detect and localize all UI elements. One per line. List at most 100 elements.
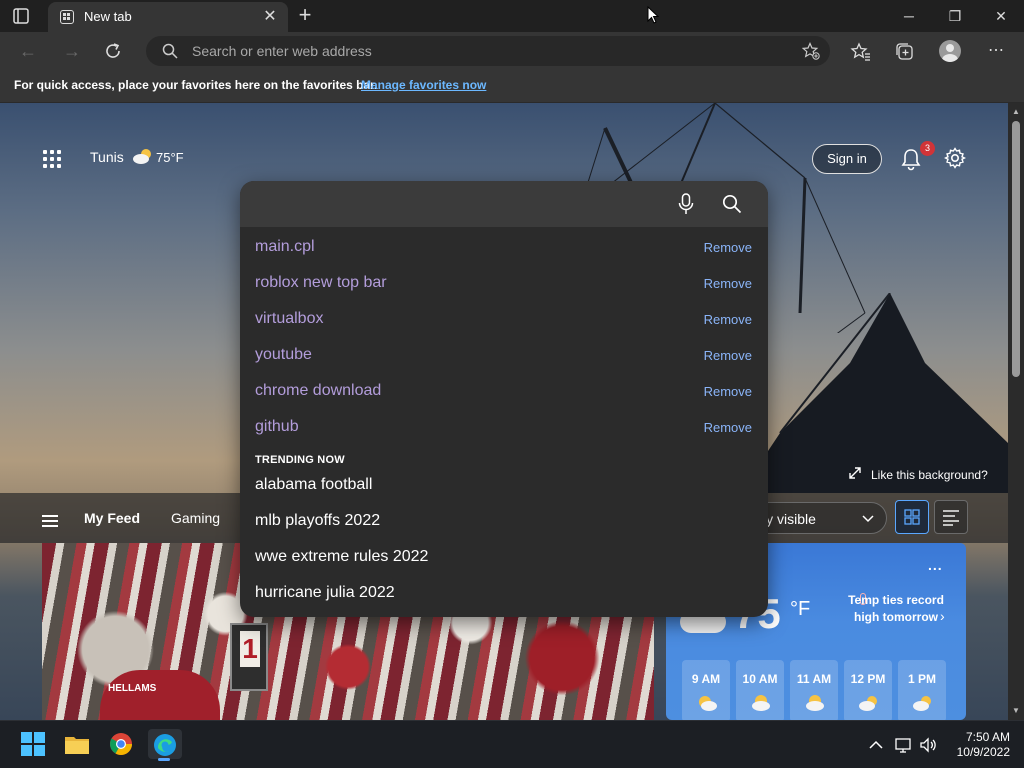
partly-sunny-icon xyxy=(913,696,931,711)
favorites-bar: For quick access, place your favorites h… xyxy=(0,70,1024,103)
history-item-text[interactable]: roblox new top bar xyxy=(255,274,387,292)
favorites-icon[interactable] xyxy=(850,41,872,63)
hour-label: 1 PM xyxy=(907,672,936,686)
trending-item-text[interactable]: wwe extreme rules 2022 xyxy=(255,548,428,566)
feed-menu-icon[interactable] xyxy=(42,515,58,527)
favorites-bar-message: For quick access, place your favorites h… xyxy=(14,78,378,92)
weather-temperature[interactable]: 75°F xyxy=(156,150,184,165)
partly-sunny-icon xyxy=(752,695,770,711)
show-hidden-icons-chevron-up-icon[interactable] xyxy=(866,735,886,755)
search-submit-icon[interactable] xyxy=(722,194,742,214)
hour-label: 12 PM xyxy=(850,672,886,686)
tab-actions-icon[interactable] xyxy=(12,7,30,25)
page-settings-gear-icon[interactable] xyxy=(944,147,966,169)
remove-history-button[interactable]: Remove xyxy=(704,276,752,291)
trending-item-text[interactable]: hurricane julia 2022 xyxy=(255,584,395,602)
history-item-text[interactable]: github xyxy=(255,418,299,436)
title-bar: New tab ✕ + ─ ❐ ✕ xyxy=(0,0,1024,32)
chevron-right-icon[interactable]: › xyxy=(940,608,945,624)
restore-button[interactable]: ❐ xyxy=(932,0,978,32)
hour-label: 10 AM xyxy=(742,672,778,686)
close-window-button[interactable]: ✕ xyxy=(978,0,1024,32)
partly-sunny-icon xyxy=(859,696,877,711)
history-item-text[interactable]: main.cpl xyxy=(255,238,315,256)
trending-item[interactable]: alabama football xyxy=(240,468,768,504)
trending-item-text[interactable]: mlb playoffs 2022 xyxy=(255,512,380,530)
history-item-text[interactable]: chrome download xyxy=(255,382,381,400)
web-search-box[interactable] xyxy=(240,181,768,227)
clock-date: 10/9/2022 xyxy=(956,745,1010,759)
content-visibility-value: ly visible xyxy=(763,511,816,527)
manage-favorites-link[interactable]: Manage favorites now xyxy=(361,78,486,92)
remove-history-button[interactable]: Remove xyxy=(704,420,752,435)
trending-item-text[interactable]: alabama football xyxy=(255,476,372,494)
close-tab-icon[interactable]: ✕ xyxy=(260,7,280,27)
weather-card-more-icon[interactable]: ... xyxy=(928,557,943,573)
tab-gaming[interactable]: Gaming xyxy=(171,510,220,526)
clock-time: 7:50 AM xyxy=(965,730,1010,744)
collections-icon[interactable] xyxy=(894,41,916,63)
remove-history-button[interactable]: Remove xyxy=(704,240,752,255)
grid-view-button[interactable] xyxy=(895,500,929,534)
volume-icon[interactable] xyxy=(918,735,938,755)
weather-alert-text[interactable]: Temp ties record high tomorrow xyxy=(846,592,946,626)
address-input[interactable] xyxy=(192,41,752,61)
hourly-forecast-9am[interactable]: 9 AM xyxy=(682,660,730,720)
notifications-bell-icon[interactable] xyxy=(900,147,922,171)
trending-now-heading: TRENDING NOW xyxy=(255,454,345,466)
remove-history-button[interactable]: Remove xyxy=(704,312,752,327)
hourly-forecast-11am[interactable]: 11 AM xyxy=(790,660,838,720)
edge-taskbar-button[interactable] xyxy=(148,729,182,761)
profile-avatar[interactable] xyxy=(939,40,961,62)
list-view-button[interactable] xyxy=(934,500,968,534)
history-item-text[interactable]: virtualbox xyxy=(255,310,323,328)
refresh-icon[interactable] xyxy=(104,42,122,60)
windows-taskbar: 7:50 AM 10/9/2022 xyxy=(0,720,1024,768)
network-icon[interactable] xyxy=(894,735,914,755)
partly-cloudy-icon xyxy=(133,149,151,164)
trending-item[interactable]: wwe extreme rules 2022 xyxy=(240,540,768,576)
history-item[interactable]: github Remove xyxy=(240,408,768,444)
microphone-icon[interactable] xyxy=(678,193,694,215)
hourly-forecast-1pm[interactable]: 1 PM xyxy=(898,660,946,720)
history-item[interactable]: roblox new top bar Remove xyxy=(240,264,768,300)
sign-in-button[interactable]: Sign in xyxy=(812,144,882,174)
trending-item[interactable]: hurricane julia 2022 xyxy=(240,576,768,612)
chevron-down-icon xyxy=(862,515,874,523)
player-jersey-name: HELLAMS xyxy=(108,683,157,694)
scroll-down-arrow-icon[interactable]: ▼ xyxy=(1011,706,1021,716)
trending-item[interactable]: mlb playoffs 2022 xyxy=(240,504,768,540)
taskbar-clock[interactable]: 7:50 AM 10/9/2022 xyxy=(944,730,1010,760)
edge-icon xyxy=(154,734,176,756)
like-background-button[interactable]: Like this background? xyxy=(848,466,988,483)
page-scrollbar[interactable]: ▲ ▼ xyxy=(1008,103,1024,720)
apps-launcher-icon[interactable] xyxy=(43,150,61,168)
back-button[interactable]: ← xyxy=(14,37,42,65)
file-explorer-icon[interactable] xyxy=(62,729,92,759)
history-item[interactable]: virtualbox Remove xyxy=(240,300,768,336)
scroll-up-arrow-icon[interactable]: ▲ xyxy=(1011,107,1021,117)
history-item[interactable]: chrome download Remove xyxy=(240,372,768,408)
tab-new-tab[interactable]: New tab ✕ xyxy=(48,2,288,32)
forward-button[interactable]: → xyxy=(58,37,86,65)
scrollbar-thumb[interactable] xyxy=(1012,121,1020,377)
weather-location[interactable]: Tunis xyxy=(90,149,124,165)
new-tab-button[interactable]: + xyxy=(292,3,318,29)
settings-and-more-icon[interactable]: ⋯ xyxy=(982,37,1010,65)
address-bar[interactable] xyxy=(146,36,830,66)
history-item-text[interactable]: youtube xyxy=(255,346,312,364)
partly-sunny-icon xyxy=(806,695,824,711)
web-search-input[interactable] xyxy=(256,193,656,215)
add-favorite-icon[interactable] xyxy=(802,42,820,60)
hourly-forecast-10am[interactable]: 10 AM xyxy=(736,660,784,720)
hourly-forecast-12pm[interactable]: 12 PM xyxy=(844,660,892,720)
remove-history-button[interactable]: Remove xyxy=(704,348,752,363)
windows-start-icon[interactable] xyxy=(18,729,48,759)
history-item[interactable]: youtube Remove xyxy=(240,336,768,372)
minimize-button[interactable]: ─ xyxy=(886,0,932,32)
chrome-icon[interactable] xyxy=(106,729,136,759)
tab-my-feed[interactable]: My Feed xyxy=(84,510,140,526)
remove-history-button[interactable]: Remove xyxy=(704,384,752,399)
history-item[interactable]: main.cpl Remove xyxy=(240,228,768,264)
hour-label: 11 AM xyxy=(796,672,832,686)
